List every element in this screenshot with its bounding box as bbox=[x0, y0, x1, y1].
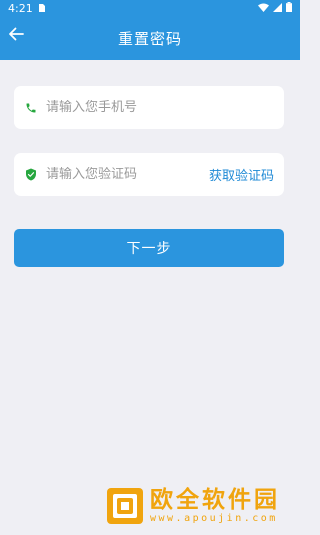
battery-icon bbox=[286, 2, 292, 15]
back-arrow-icon bbox=[8, 26, 24, 45]
watermark: 欧全软件园 www.apoujin.com bbox=[106, 487, 296, 531]
signal-icon bbox=[273, 2, 282, 15]
nav-bar: 重置密码 bbox=[0, 17, 300, 60]
code-field: 获取验证码 bbox=[14, 153, 284, 196]
shield-check-icon bbox=[24, 168, 38, 182]
watermark-title: 欧全软件园 bbox=[150, 487, 280, 513]
wifi-icon bbox=[258, 2, 269, 15]
get-code-button[interactable]: 获取验证码 bbox=[209, 165, 274, 184]
page-title: 重置密码 bbox=[117, 30, 182, 48]
status-bar: 4:21 bbox=[0, 0, 300, 17]
next-button[interactable]: 下一步 bbox=[14, 229, 284, 267]
phone-field bbox=[14, 86, 284, 129]
back-button[interactable] bbox=[4, 23, 28, 47]
status-time: 4:21 bbox=[8, 2, 33, 15]
phone-icon bbox=[24, 101, 38, 115]
sim-icon bbox=[38, 2, 45, 15]
watermark-url: www.apoujin.com bbox=[150, 513, 278, 524]
code-input[interactable] bbox=[46, 167, 209, 182]
app-header: 4:21 重置密码 bbox=[0, 0, 300, 60]
watermark-logo-icon bbox=[107, 488, 143, 524]
phone-input[interactable] bbox=[46, 100, 274, 115]
